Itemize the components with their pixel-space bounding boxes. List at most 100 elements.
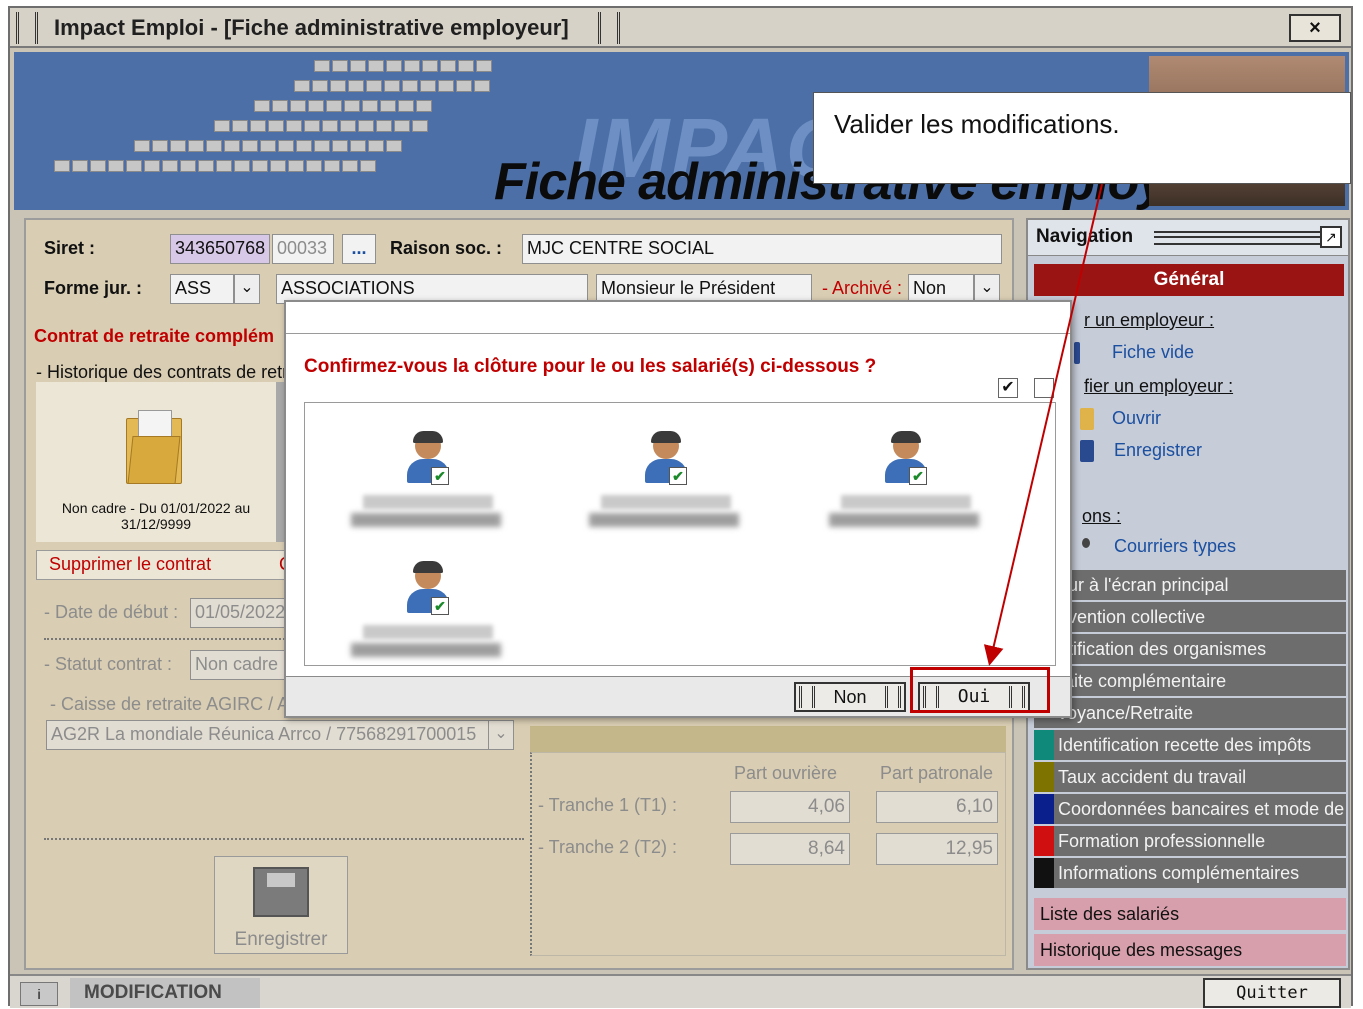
- chevron-down-icon[interactable]: ⌄: [234, 274, 260, 304]
- nav-item[interactable]: raite complémentaire: [1034, 666, 1346, 696]
- nav-item[interactable]: nvention collective: [1034, 602, 1346, 632]
- nav-historique-messages[interactable]: Historique des messages: [1034, 934, 1346, 966]
- mosaic-tile: [416, 100, 432, 112]
- nav-item-label: raite complémentaire: [1058, 671, 1227, 691]
- redacted-name: [351, 513, 501, 527]
- mosaic-tile: [330, 80, 346, 92]
- statut-label: - Statut contrat :: [44, 654, 173, 674]
- mosaic-tile: [360, 160, 376, 172]
- nav-item[interactable]: Formation professionnelle: [1034, 826, 1346, 856]
- siret-input[interactable]: 343650768: [170, 234, 270, 264]
- mosaic-tile: [278, 140, 294, 152]
- mosaic-tile: [134, 140, 150, 152]
- employee-item[interactable]: ✔: [351, 431, 501, 543]
- save-contract-label: Enregistrer: [234, 929, 328, 950]
- nav-liste-salaries[interactable]: Liste des salariés: [1034, 898, 1346, 930]
- mosaic-tile: [314, 60, 330, 72]
- navigation-panel: Navigation ↗ Général r un employeur : Fi…: [1026, 218, 1350, 970]
- mosaic-tile: [288, 160, 304, 172]
- mosaic-tile: [344, 100, 360, 112]
- mosaic-tile: [376, 120, 392, 132]
- nav-item-label: Informations complémentaires: [1058, 863, 1300, 883]
- nav-ouvrir[interactable]: Ouvrir: [1112, 408, 1161, 429]
- t1-ouvriere-input[interactable]: 4,06: [730, 791, 850, 823]
- save-contract-button[interactable]: Enregistrer: [214, 856, 348, 954]
- nav-general-header[interactable]: Général: [1034, 264, 1344, 296]
- t1-patronale-input[interactable]: 6,10: [876, 791, 998, 823]
- siret-lookup-button[interactable]: ...: [342, 234, 376, 264]
- navigation-header: Navigation ↗: [1028, 220, 1348, 256]
- mosaic-tile: [304, 120, 320, 132]
- mosaic-tile: [422, 60, 438, 72]
- tranche1-label: - Tranche 1 (T1) :: [538, 795, 678, 815]
- folder-icon[interactable]: [126, 410, 182, 484]
- quit-button[interactable]: Quitter: [1203, 978, 1341, 1008]
- mosaic-tile: [270, 160, 286, 172]
- nav-courriers-types[interactable]: Courriers types: [1114, 536, 1236, 557]
- nav-item-color-swatch: [1034, 794, 1054, 824]
- employee-item[interactable]: ✔: [351, 561, 501, 673]
- mosaic-tile: [326, 100, 342, 112]
- forme-code-select[interactable]: ASS: [170, 274, 234, 304]
- nav-item[interactable]: our à l'écran principal: [1034, 570, 1346, 600]
- nav-item-label: nvention collective: [1058, 607, 1206, 627]
- mosaic-tile: [188, 140, 204, 152]
- close-button[interactable]: ×: [1289, 14, 1341, 42]
- part-patronale-header: Part patronale: [880, 763, 994, 783]
- nav-item[interactable]: ntification des organismes: [1034, 634, 1346, 664]
- grip-icon: [1154, 231, 1324, 245]
- nav-item[interactable]: Taux accident du travail: [1034, 762, 1346, 792]
- nav-item-label: our à l'écran principal: [1058, 575, 1229, 595]
- employee-checkbox[interactable]: ✔: [669, 467, 687, 485]
- nav-item-label: voyance/Retraite: [1058, 703, 1194, 723]
- mosaic-tile: [286, 120, 302, 132]
- mosaic-tile: [456, 80, 472, 92]
- raison-label: Raison soc. :: [390, 238, 503, 258]
- pin-icon[interactable]: ↗: [1320, 226, 1342, 248]
- title-bar: Impact Emploi - [Fiche administrative em…: [10, 8, 1351, 48]
- raison-input[interactable]: MJC CENTRE SOCIAL: [522, 234, 1002, 264]
- siret-suffix-input[interactable]: 00033: [272, 234, 334, 264]
- mosaic-tile: [394, 120, 410, 132]
- mode-indicator: MODIFICATION: [70, 978, 260, 1008]
- mosaic-tile: [476, 60, 492, 72]
- nav-item[interactable]: Informations complémentaires: [1034, 858, 1346, 888]
- mosaic-tile: [340, 120, 356, 132]
- employee-checkbox[interactable]: ✔: [431, 467, 449, 485]
- nav-item[interactable]: Identification recette des impôts: [1034, 730, 1346, 760]
- info-icon[interactable]: i: [20, 982, 58, 1006]
- mosaic-tile: [440, 60, 456, 72]
- mosaic-tile: [324, 160, 340, 172]
- delete-contract-button[interactable]: Supprimer le contrat: [49, 554, 211, 575]
- nav-fiche-vide[interactable]: Fiche vide: [1112, 342, 1194, 363]
- employee-item[interactable]: ✔: [829, 431, 979, 543]
- mosaic-tile: [294, 80, 310, 92]
- nav-item[interactable]: voyance/Retraite: [1034, 698, 1346, 728]
- chevron-down-icon[interactable]: ⌄: [488, 720, 514, 750]
- select-all-checkbox[interactable]: ✔: [998, 378, 1018, 398]
- window-title: Impact Emploi - [Fiche administrative em…: [54, 15, 569, 40]
- no-button[interactable]: Non: [794, 682, 906, 712]
- redacted-id: [601, 495, 731, 509]
- caisse-select[interactable]: AG2R La mondiale Réunica Arrco / 7756829…: [46, 720, 496, 750]
- t2-ouvriere-input[interactable]: 8,64: [730, 833, 850, 865]
- employee-checkbox[interactable]: ✔: [431, 597, 449, 615]
- deselect-all-checkbox[interactable]: [1034, 378, 1054, 398]
- nav-modify-employer-label: fier un employeur :: [1084, 376, 1234, 396]
- nav-item-color-swatch: [1034, 762, 1054, 792]
- mosaic-tile: [162, 160, 178, 172]
- nav-enregistrer[interactable]: Enregistrer: [1114, 440, 1202, 461]
- archive-label: - Archivé :: [822, 278, 903, 298]
- t2-patronale-input[interactable]: 12,95: [876, 833, 998, 865]
- nav-item[interactable]: Coordonnées bancaires et mode de: [1034, 794, 1346, 824]
- highlight-box: [910, 667, 1050, 713]
- employee-item[interactable]: ✔: [589, 431, 739, 543]
- forme-label: Forme jur. :: [44, 278, 143, 298]
- mosaic-tile: [180, 160, 196, 172]
- contract-item[interactable]: Non cadre - Du 01/01/2022 au 31/12/9999: [44, 500, 268, 532]
- nav-item-color-swatch: [1034, 858, 1054, 888]
- contract-history-list: Non cadre - Du 01/01/2022 au 31/12/9999: [36, 382, 276, 542]
- floppy-disk-icon: [253, 867, 309, 917]
- employee-checkbox[interactable]: ✔: [909, 467, 927, 485]
- mosaic-tile: [296, 140, 312, 152]
